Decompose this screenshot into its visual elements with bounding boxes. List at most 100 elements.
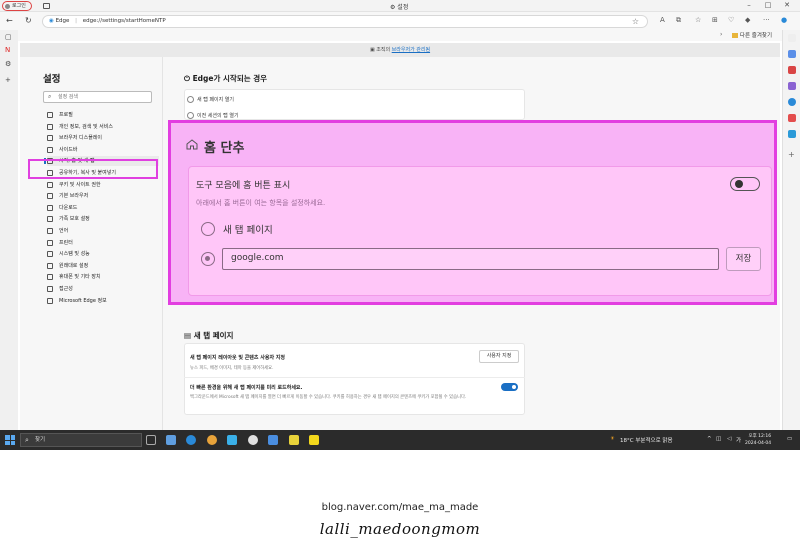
- notification-icon[interactable]: ▭: [787, 436, 792, 442]
- favorites-icon[interactable]: ☆: [695, 16, 701, 24]
- back-icon[interactable]: ←: [6, 16, 13, 25]
- read-aloud-icon[interactable]: A: [660, 16, 665, 24]
- tray-chevron-icon[interactable]: ^: [707, 436, 712, 442]
- more-icon[interactable]: ···: [763, 16, 770, 24]
- sidebar-item[interactable]: 프린터: [47, 238, 159, 248]
- settings-search-input[interactable]: ⌕ 설정 검색: [43, 91, 152, 103]
- sidebar-item[interactable]: 원래대로 설정: [47, 261, 159, 271]
- favorite-star-icon[interactable]: ☆: [632, 16, 639, 27]
- sidebar-item[interactable]: 접근성: [47, 284, 159, 294]
- sidebar-item[interactable]: 기본 브라우저: [47, 191, 159, 201]
- tab-icon[interactable]: ▢: [5, 33, 12, 41]
- tag-icon[interactable]: [788, 50, 796, 58]
- home-option-newtab[interactable]: 새 탭 페이지: [201, 222, 273, 236]
- taskbar-search-input[interactable]: ⌕ 찾기: [20, 433, 142, 447]
- profile-button[interactable]: 로그인: [2, 1, 32, 11]
- google-icon[interactable]: [248, 435, 258, 445]
- refresh-icon[interactable]: ↻: [25, 16, 32, 25]
- search-icon[interactable]: [788, 34, 796, 42]
- outlook-icon[interactable]: [788, 130, 796, 138]
- sidebar-item[interactable]: 시스템 및 성능: [47, 249, 159, 259]
- preload-sub: 백그라운드에서 Microsoft 새 탭 페이지를 열면 더 빠르게 이동할 …: [190, 395, 467, 400]
- sidebar-item-label: 프로필: [59, 112, 73, 118]
- app-icon[interactable]: [227, 435, 237, 445]
- settings-tab-icon[interactable]: ⚙: [5, 60, 11, 68]
- divider: [184, 377, 525, 378]
- add-icon[interactable]: +: [788, 150, 795, 159]
- browser-essentials-icon[interactable]: ♡: [728, 16, 734, 24]
- sidebar-item[interactable]: 브라우저 디스플레이: [47, 133, 159, 143]
- sidebar-item[interactable]: 쿠키 및 사이트 권한: [47, 180, 159, 190]
- sidebar-item-label: 프린터: [59, 239, 73, 246]
- copilot-icon[interactable]: ◆: [745, 16, 750, 24]
- edge-icon[interactable]: ●: [781, 16, 787, 24]
- explorer-icon[interactable]: [289, 435, 299, 445]
- title-bar: 로그인 ⚙ 설정 – □ ✕: [0, 0, 800, 12]
- folder-icon: [731, 33, 738, 38]
- volume-icon[interactable]: ◁: [727, 436, 731, 442]
- sidebar-item[interactable]: 가족 보호 설정: [47, 214, 159, 224]
- sidebar-item-icon: [47, 274, 53, 281]
- customize-button[interactable]: 사용자 지정: [479, 350, 519, 363]
- search-icon: ⌕: [25, 436, 29, 444]
- sidebar-item-icon: [47, 228, 53, 234]
- startup-option-previous[interactable]: 이전 세션의 탭 열기: [187, 112, 239, 119]
- blog-url: blog.naver.com/mae_ma_made: [321, 502, 479, 513]
- chrome-icon[interactable]: [207, 435, 217, 445]
- radio-icon: [201, 222, 215, 236]
- address-bar[interactable]: ◉ Edge | edge://settings/startHomeNTP ☆: [42, 15, 648, 28]
- url-text: edge://settings/startHomeNTP: [82, 18, 166, 24]
- tools-icon[interactable]: [788, 82, 796, 90]
- site-label: Edge: [55, 18, 70, 24]
- save-button[interactable]: 저장: [726, 247, 761, 271]
- minimize-icon[interactable]: –: [742, 1, 756, 9]
- managed-link[interactable]: 브라우저가 관리됨: [392, 47, 430, 53]
- sidebar-item[interactable]: 다운로드: [47, 203, 159, 213]
- sidebar-item-icon: [47, 146, 53, 153]
- preload-toggle[interactable]: [501, 383, 518, 391]
- home-button-toggle[interactable]: [730, 177, 760, 191]
- settings-title: 설정: [43, 74, 61, 85]
- startup-option-newtab[interactable]: 새 탭 페이지 열기: [187, 96, 234, 103]
- network-icon[interactable]: ◫: [716, 436, 721, 442]
- windows-start-icon[interactable]: [5, 435, 15, 445]
- new-tab-icon[interactable]: +: [5, 76, 11, 84]
- clock[interactable]: 오후 12:16 2024-04-04: [745, 433, 771, 447]
- task-view-icon[interactable]: [146, 435, 156, 445]
- naver-tab-icon[interactable]: N: [5, 46, 10, 54]
- weather-text[interactable]: 18°C 부분적으로 맑음: [620, 436, 673, 444]
- kakaotalk-icon[interactable]: [309, 435, 319, 445]
- games-icon[interactable]: [788, 98, 796, 106]
- sidebar-item-label: Microsoft Edge 정보: [59, 297, 107, 304]
- widgets-icon[interactable]: [166, 435, 176, 445]
- sidebar-item[interactable]: Microsoft Edge 정보: [47, 296, 159, 306]
- tab-actions-icon[interactable]: [43, 3, 50, 9]
- sidebar-item[interactable]: 휴대폰 및 기타 장치: [47, 272, 159, 282]
- startup-heading: ⏻ Edge가 시작되는 경우: [184, 74, 268, 83]
- newtab-heading: ▤ 새 탭 페이지: [184, 331, 234, 340]
- sidebar-item[interactable]: 프로필: [47, 110, 159, 120]
- shopping-icon[interactable]: [788, 66, 796, 74]
- radio-icon: [187, 112, 194, 119]
- chevron-right-icon[interactable]: ›: [720, 31, 722, 38]
- power-icon: ⏻: [184, 74, 190, 83]
- collections-icon[interactable]: ⊞: [712, 16, 718, 24]
- other-favorites-folder[interactable]: 다른 즐겨찾기: [731, 31, 772, 39]
- edge-taskbar-icon[interactable]: [186, 435, 196, 445]
- office-icon[interactable]: [788, 114, 796, 122]
- sidebar-item[interactable]: 개인 정보, 검색 및 서비스: [47, 122, 159, 132]
- sidebar-item[interactable]: 언어: [47, 226, 159, 236]
- close-icon[interactable]: ✕: [780, 1, 794, 9]
- extensions-icon[interactable]: ⧉: [676, 16, 681, 25]
- sidebar-item-label: 기본 브라우저: [59, 193, 89, 200]
- store-icon[interactable]: [268, 435, 278, 445]
- newtab-layout-title: 새 탭 페이지 레이아웃 및 콘텐츠 사용자 지정: [190, 355, 285, 361]
- home-url-input[interactable]: google.com: [222, 248, 719, 270]
- sidebar-item[interactable]: 사이드바: [47, 145, 159, 155]
- home-toggle-label: 도구 모음에 홈 버튼 표시: [196, 181, 291, 191]
- language-icon[interactable]: 가: [736, 436, 741, 444]
- maximize-icon[interactable]: □: [761, 1, 775, 9]
- newtab-icon: ▤: [184, 331, 192, 340]
- sidebar-item-icon: [47, 135, 53, 142]
- sidebar-item-icon: [47, 181, 53, 188]
